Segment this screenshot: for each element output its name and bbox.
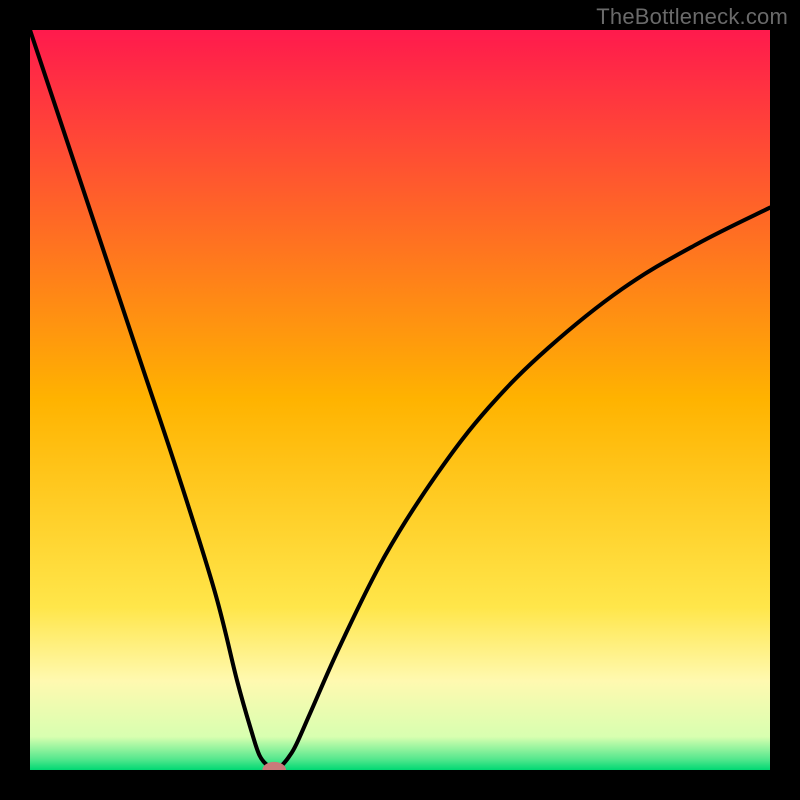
plot-svg: [30, 30, 770, 770]
plot-area: [30, 30, 770, 770]
chart-frame: TheBottleneck.com: [0, 0, 800, 800]
watermark-text: TheBottleneck.com: [596, 4, 788, 30]
gradient-background: [30, 30, 770, 770]
